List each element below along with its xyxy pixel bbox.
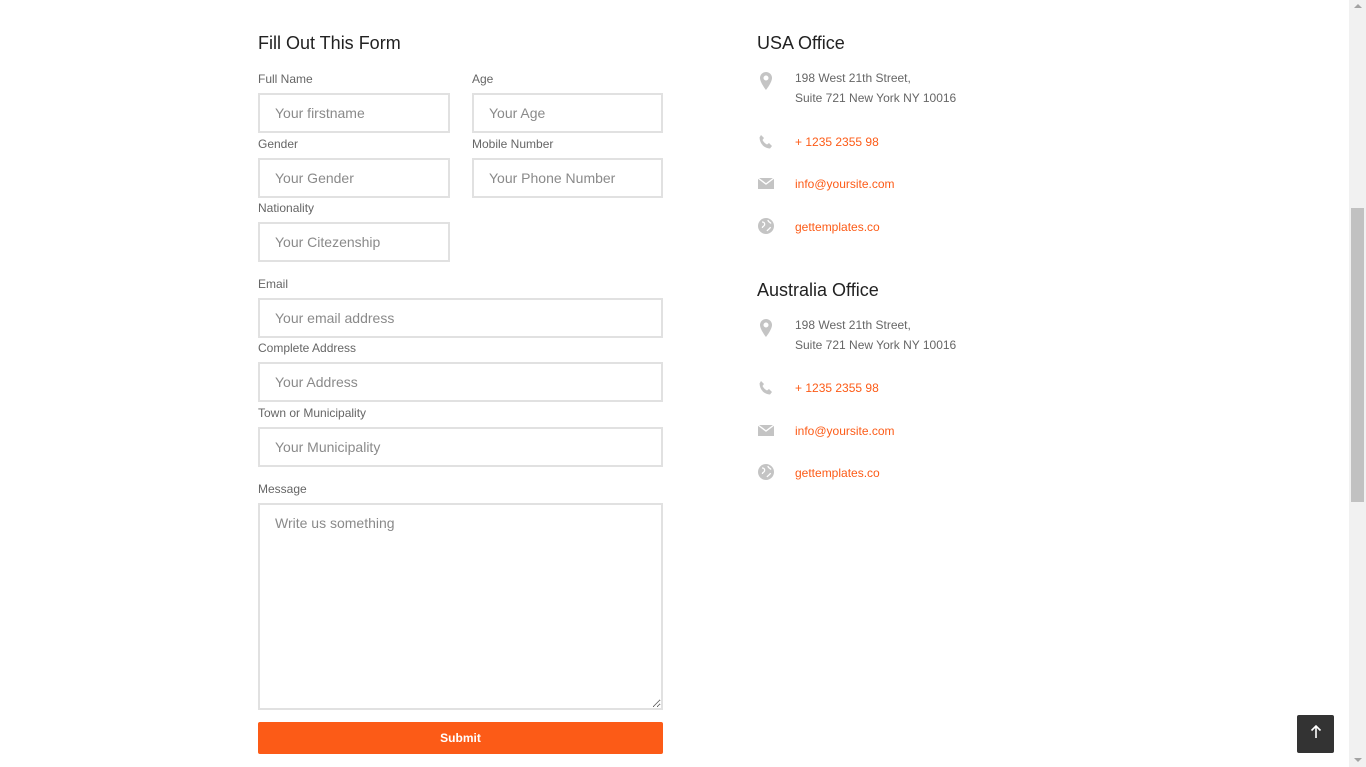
phone-icon xyxy=(757,133,775,151)
age-label: Age xyxy=(472,72,494,86)
usa-address-line2: Suite 721 New York NY 10016 xyxy=(795,91,957,105)
arrow-up-icon xyxy=(1310,724,1322,744)
australia-email-link[interactable]: info@yoursite.com xyxy=(795,424,895,438)
address-input[interactable] xyxy=(258,362,663,402)
mobile-label: Mobile Number xyxy=(472,137,554,151)
form-title: Fill Out This Form xyxy=(258,33,401,53)
envelope-icon xyxy=(757,176,775,194)
nationality-label: Nationality xyxy=(258,201,315,215)
map-pin-icon xyxy=(757,71,775,90)
map-pin-icon xyxy=(757,318,775,337)
municipality-input[interactable] xyxy=(258,427,663,467)
submit-button[interactable]: Submit xyxy=(258,722,663,754)
back-to-top-button[interactable] xyxy=(1297,715,1334,753)
email-label: Email xyxy=(258,277,289,291)
globe-icon xyxy=(757,463,775,481)
usa-address: 198 West 21th Street, Suite 721 New York… xyxy=(795,68,956,108)
australia-address-line1: 198 West 21th Street, xyxy=(795,318,911,332)
message-label: Message xyxy=(258,482,307,496)
nationality-input[interactable] xyxy=(258,222,450,262)
mobile-input[interactable] xyxy=(472,158,663,198)
gender-input[interactable] xyxy=(258,158,450,198)
gender-label: Gender xyxy=(258,137,299,151)
usa-office-title: USA Office xyxy=(757,33,845,53)
email-input[interactable] xyxy=(258,298,663,338)
full-name-input[interactable] xyxy=(258,93,450,133)
australia-address: 198 West 21th Street, Suite 721 New York… xyxy=(795,315,956,355)
message-textarea[interactable] xyxy=(258,503,663,710)
municipality-label: Town or Municipality xyxy=(258,406,367,420)
usa-address-line1: 198 West 21th Street, xyxy=(795,71,911,85)
australia-phone-link[interactable]: + 1235 2355 98 xyxy=(795,381,879,395)
usa-email-link[interactable]: info@yoursite.com xyxy=(795,177,895,191)
scrollbar-thumb[interactable] xyxy=(1351,208,1364,502)
usa-website-link[interactable]: gettemplates.co xyxy=(795,220,880,234)
globe-icon xyxy=(757,217,775,235)
usa-phone-link[interactable]: + 1235 2355 98 xyxy=(795,135,879,149)
australia-website-link[interactable]: gettemplates.co xyxy=(795,466,880,480)
phone-icon xyxy=(757,379,775,397)
full-name-label: Full Name xyxy=(258,72,313,86)
scroll-up-arrow-icon[interactable] xyxy=(1354,4,1362,8)
address-label: Complete Address xyxy=(258,341,357,355)
envelope-icon xyxy=(757,423,775,441)
age-input[interactable] xyxy=(472,93,663,133)
australia-office-title: Australia Office xyxy=(757,280,879,300)
scroll-down-arrow-icon[interactable] xyxy=(1354,758,1362,762)
australia-address-line2: Suite 721 New York NY 10016 xyxy=(795,338,957,352)
